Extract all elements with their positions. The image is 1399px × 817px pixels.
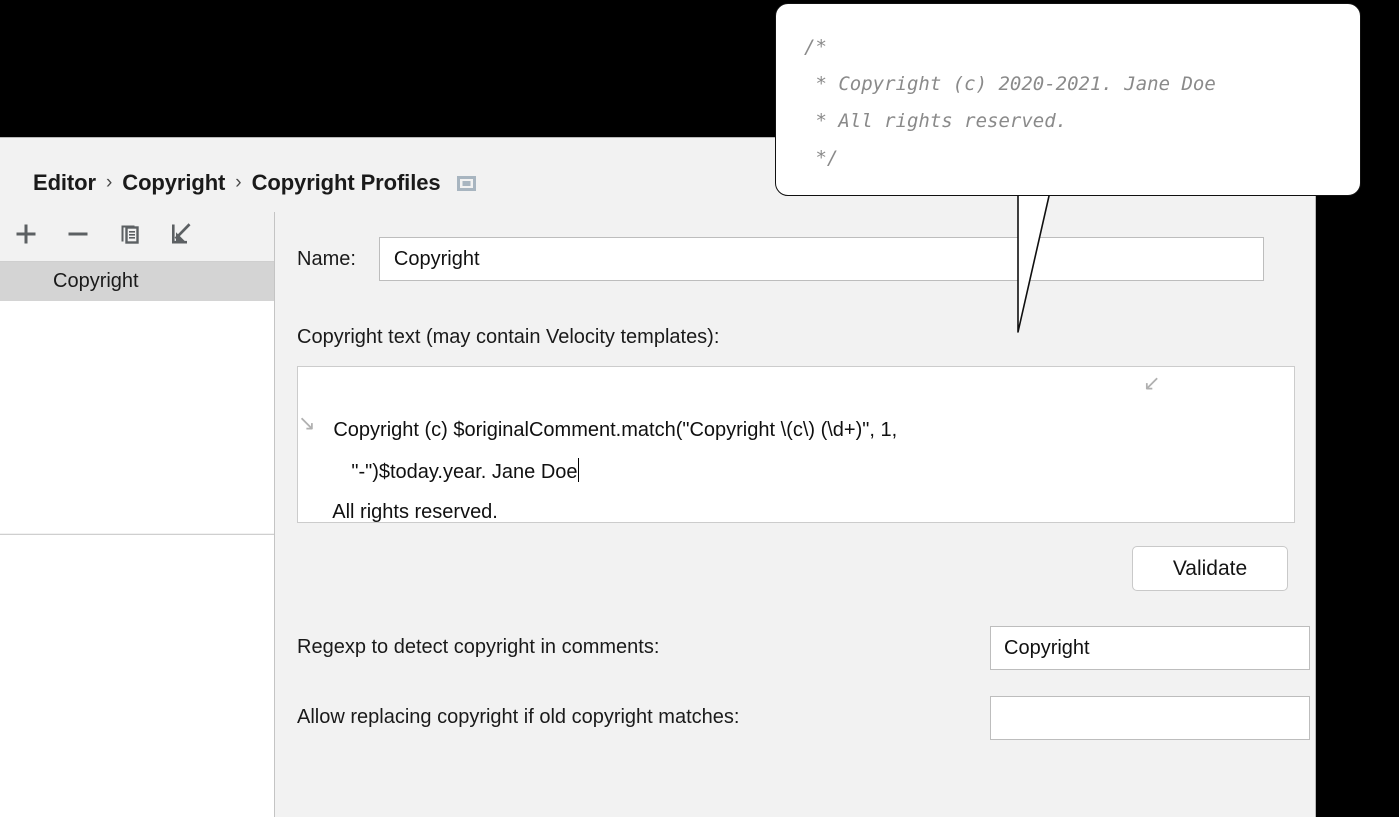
profile-editor-pane: Name: Copyright Copyright text (may cont… (275, 212, 1315, 817)
breadcrumb-separator: › (235, 172, 241, 194)
name-input[interactable]: Copyright (379, 237, 1264, 281)
remove-profile-button[interactable] (52, 214, 104, 254)
name-input-value: Copyright (394, 248, 480, 271)
import-arrow-icon (169, 221, 195, 247)
breadcrumb-separator: › (106, 172, 112, 194)
validate-button[interactable]: Validate (1132, 546, 1288, 591)
minus-icon (66, 222, 90, 246)
code-line: "-")$today.year. Jane Doe (298, 412, 1294, 452)
allow-replacing-row: Allow replacing copyright if old copyrig… (297, 696, 1297, 740)
breadcrumb-item-copyright[interactable]: Copyright (122, 170, 225, 196)
regexp-input[interactable]: Copyright (990, 626, 1310, 670)
list-item-copyright[interactable]: Copyright (0, 262, 274, 301)
callout-bubble: /* * Copyright (c) 2020-2021. Jane Doe *… (775, 3, 1361, 196)
profiles-list[interactable]: Copyright (0, 261, 274, 533)
breadcrumb-item-copyright-profiles: Copyright Profiles (252, 170, 441, 196)
settings-overlay-icon[interactable] (457, 174, 476, 193)
callout-code-text: /* * Copyright (c) 2020-2021. Jane Doe *… (776, 4, 1360, 177)
list-item-label: Copyright (53, 270, 139, 293)
code-line: Copyright (c) $originalComment.match("Co… (298, 367, 1294, 412)
code-line: All rights reserved. (298, 452, 1294, 492)
allow-replacing-input[interactable] (990, 696, 1310, 740)
regexp-label: Regexp to detect copyright in comments: (297, 636, 659, 659)
profiles-list-secondary (0, 534, 274, 817)
import-profile-button[interactable] (156, 214, 208, 254)
allow-replacing-label: Allow replacing copyright if old copyrig… (297, 706, 739, 729)
copy-profile-button[interactable] (104, 214, 156, 254)
copyright-text-label: Copyright text (may contain Velocity tem… (297, 326, 719, 349)
copyright-text-editor[interactable]: Copyright (c) $originalComment.match("Co… (297, 366, 1295, 523)
regexp-input-value: Copyright (1004, 637, 1090, 660)
name-label: Name: (297, 248, 356, 271)
name-row: Name: Copyright (297, 237, 1264, 281)
sidebar-toolbar (0, 212, 274, 256)
add-profile-button[interactable] (0, 214, 52, 254)
breadcrumb: Editor › Copyright › Copyright Profiles (33, 168, 476, 198)
regexp-row: Regexp to detect copyright in comments: … (297, 626, 1297, 670)
code-line-text: All rights reserved. (332, 501, 498, 523)
copy-icon (118, 222, 143, 247)
plus-icon (14, 222, 38, 246)
breadcrumb-item-editor[interactable]: Editor (33, 170, 96, 196)
validate-button-label: Validate (1173, 557, 1247, 581)
